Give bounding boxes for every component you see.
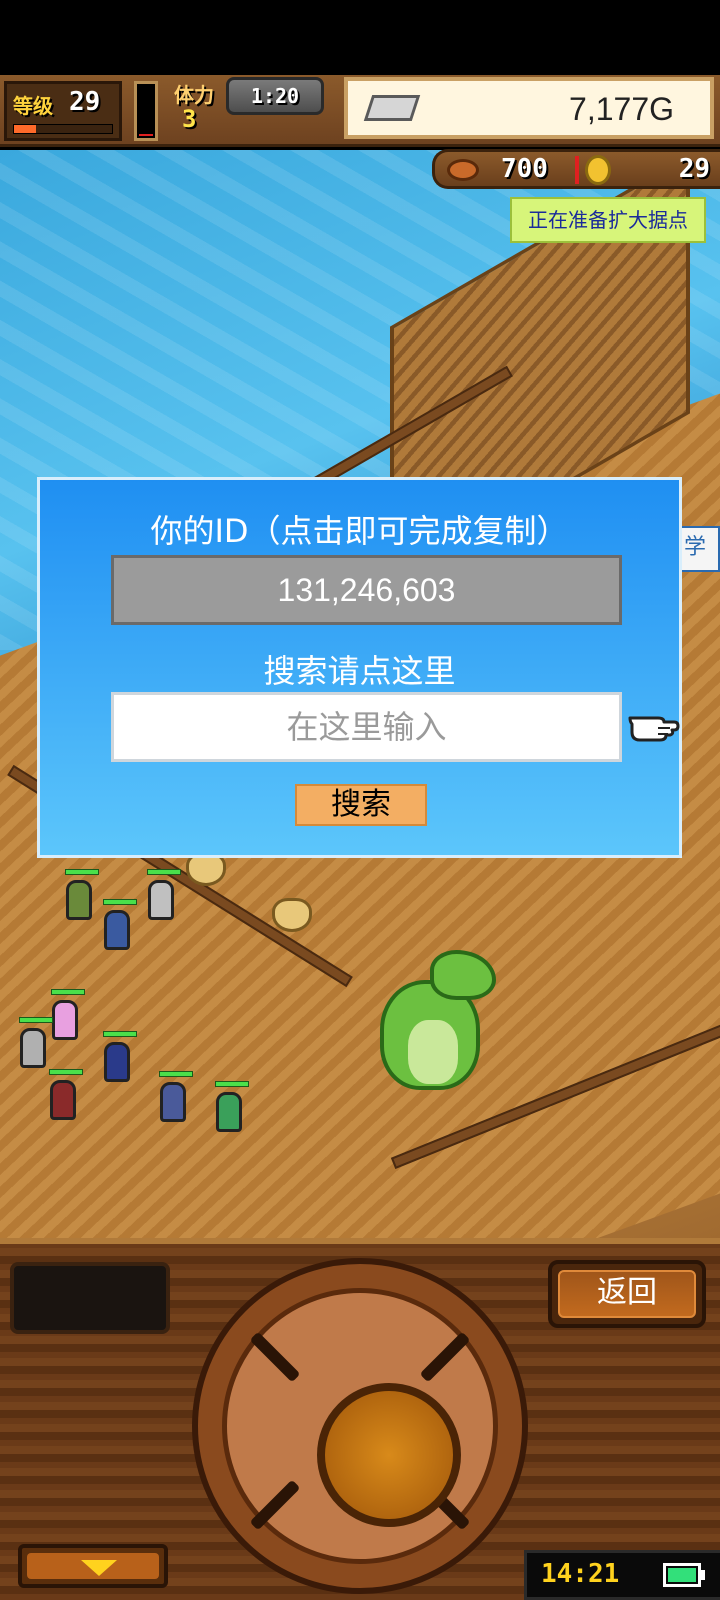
hp-bar bbox=[49, 1069, 83, 1075]
resource-panel: 700 29 bbox=[432, 149, 720, 189]
clock-text: 14:21 bbox=[541, 1559, 620, 1589]
party-member[interactable] bbox=[159, 1071, 193, 1122]
clock-panel: 14:21 bbox=[524, 1550, 720, 1600]
pointing-hand-icon bbox=[628, 716, 680, 742]
side-menu-tab[interactable]: 学行 bbox=[678, 526, 720, 572]
dpad-divider bbox=[249, 1479, 301, 1531]
silver-bar-icon bbox=[363, 95, 421, 121]
dpad-divider bbox=[419, 1331, 471, 1383]
dpad-ring[interactable] bbox=[222, 1288, 498, 1564]
search-caption: 搜索请点这里 bbox=[263, 652, 456, 690]
game-hud: 等级 29 体力 3 1:20 7,177G bbox=[0, 75, 720, 147]
directional-pad[interactable] bbox=[192, 1258, 528, 1594]
level-progress-fill bbox=[14, 125, 36, 133]
party-member[interactable] bbox=[103, 899, 137, 950]
money-value: 7,177G bbox=[569, 91, 674, 127]
status-bar-top bbox=[0, 0, 720, 75]
back-button-label: 返回 bbox=[558, 1270, 696, 1318]
dpad-center-button[interactable] bbox=[317, 1383, 461, 1527]
resource-divider bbox=[575, 156, 579, 184]
stamina-label: 体力 bbox=[174, 83, 214, 107]
party-member[interactable] bbox=[49, 1069, 83, 1120]
hp-bar bbox=[103, 899, 137, 905]
party-member[interactable] bbox=[103, 1031, 137, 1082]
money-bag-icon[interactable] bbox=[272, 898, 312, 932]
stamina-value: 3 bbox=[182, 105, 197, 133]
menu-toggle-face bbox=[27, 1553, 159, 1579]
battery-tip bbox=[701, 1570, 705, 1580]
mini-screen bbox=[10, 1262, 170, 1334]
dragon-head bbox=[430, 950, 496, 1000]
dialog-title: 你的ID（点击即可完成复制） bbox=[150, 512, 569, 550]
hp-bar bbox=[103, 1031, 137, 1037]
timer-badge: 1:20 bbox=[226, 77, 324, 115]
party-member[interactable] bbox=[65, 869, 99, 920]
party-member[interactable] bbox=[51, 989, 85, 1040]
party-member[interactable] bbox=[19, 1017, 53, 1068]
meat-icon bbox=[447, 159, 479, 181]
chevron-down-icon bbox=[81, 1560, 117, 1576]
hp-gauge bbox=[134, 81, 158, 141]
hp-bar bbox=[65, 869, 99, 875]
coin-count: 29 bbox=[678, 154, 710, 184]
meat-count: 700 bbox=[501, 154, 548, 184]
level-label: 等级 bbox=[13, 94, 53, 118]
party-member[interactable] bbox=[215, 1081, 249, 1132]
battery-icon bbox=[663, 1563, 701, 1587]
hp-bar bbox=[215, 1081, 249, 1087]
hp-bar bbox=[147, 869, 181, 875]
level-progress-bar bbox=[13, 124, 113, 134]
hp-bar bbox=[51, 989, 85, 995]
timer-text: 1:20 bbox=[250, 84, 300, 108]
event-status-badge[interactable]: 正在准备扩大据点 bbox=[510, 197, 706, 243]
hp-bar bbox=[159, 1071, 193, 1077]
party-member[interactable] bbox=[147, 869, 181, 920]
menu-toggle-button[interactable] bbox=[18, 1544, 168, 1588]
level-value: 29 bbox=[69, 87, 101, 117]
coin-icon bbox=[585, 155, 611, 185]
player-id-copy-field[interactable]: 131,246,603 bbox=[111, 555, 622, 625]
hp-bar bbox=[19, 1017, 53, 1023]
search-input[interactable] bbox=[111, 692, 622, 762]
search-button[interactable]: 搜索 bbox=[295, 784, 427, 826]
dragon-belly bbox=[408, 1020, 458, 1084]
dpad-divider bbox=[249, 1331, 301, 1383]
level-panel: 等级 29 bbox=[4, 81, 122, 141]
back-button[interactable]: 返回 bbox=[548, 1260, 706, 1328]
id-search-dialog: 你的ID（点击即可完成复制） 131,246,603 搜索请点这里 搜索 bbox=[37, 477, 682, 858]
control-panel: 返回 14:21 bbox=[0, 1238, 720, 1600]
hp-gauge-fill bbox=[139, 133, 153, 136]
money-panel: 7,177G bbox=[344, 77, 714, 139]
battery-fill bbox=[668, 1568, 696, 1582]
green-dragon-monster[interactable] bbox=[360, 950, 500, 1100]
